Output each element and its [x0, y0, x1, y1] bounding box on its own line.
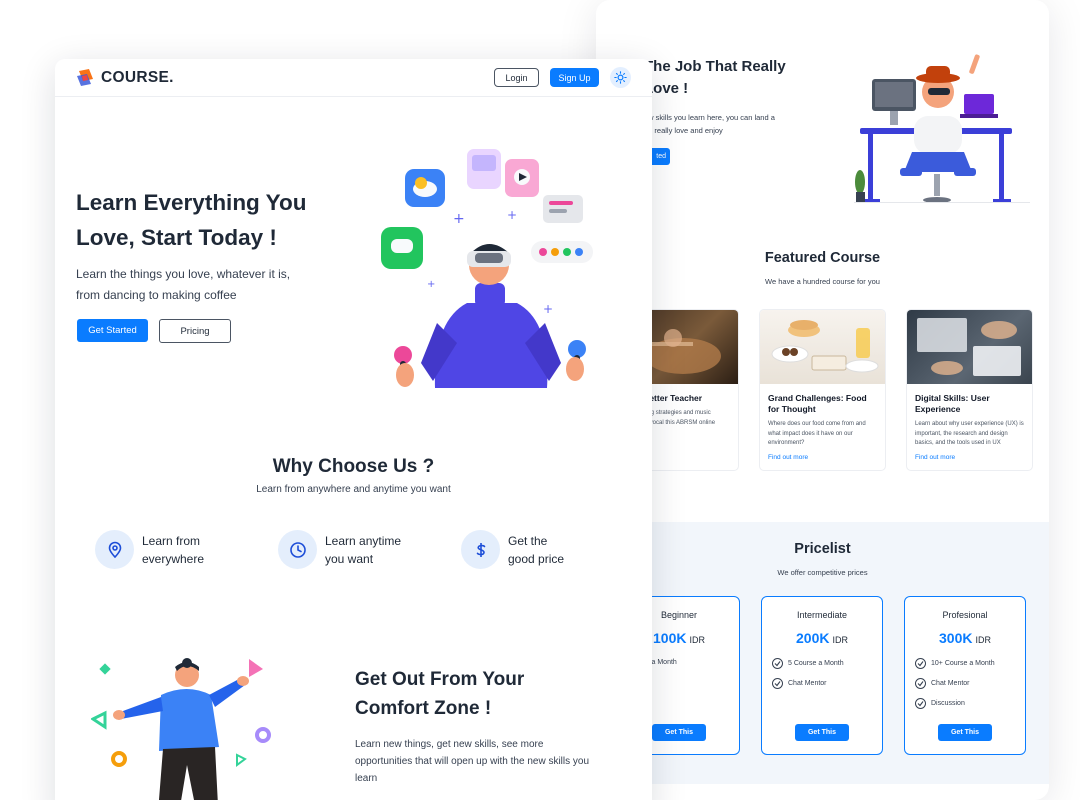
feature-good-price: Get the good price — [461, 530, 598, 569]
check-icon — [915, 698, 926, 709]
price-card-profesional: Profesional 300K IDR 10+ Course a Month C… — [904, 596, 1026, 755]
tier-feature: 5 Course a Month — [772, 658, 844, 669]
course-description: Learn about why user experience (UX) is … — [915, 421, 1024, 447]
course-image-ux — [907, 310, 1032, 384]
featured-course-title: Featured Course — [764, 250, 881, 266]
signup-button[interactable]: Sign Up — [550, 68, 599, 87]
vr-person-illustration: + + + + — [381, 149, 593, 388]
dancing-person-illustration — [91, 658, 271, 800]
clock-icon — [278, 530, 317, 569]
course-logo-icon — [77, 69, 93, 86]
desk-worker-illustration — [855, 54, 1012, 203]
back-hero-text: ew skills you learn here, you can land a… — [644, 113, 775, 135]
sun-icon — [614, 71, 627, 84]
svg-text:+: + — [453, 211, 465, 227]
tier-name: Intermediate — [796, 610, 848, 620]
tier-feature: Discussion — [915, 698, 965, 709]
hero-description: Learn the things you love, whatever it i… — [76, 267, 291, 302]
pricelist-title: Pricelist — [794, 541, 851, 557]
tier-feature: Chat Mentor — [915, 678, 970, 689]
svg-text:+: + — [427, 279, 435, 290]
hero-title: Learn Everything You Love, Start Today ! — [76, 190, 307, 250]
get-this-button[interactable]: Get This — [938, 724, 992, 741]
get-this-button[interactable]: Get This — [652, 724, 706, 741]
price-card-intermediate: Intermediate 200K IDR 5 Course a Month Ch… — [761, 596, 883, 755]
get-started-button[interactable]: Get Started — [77, 319, 148, 342]
login-button[interactable]: Login — [494, 68, 539, 87]
check-icon — [915, 658, 926, 669]
check-icon — [772, 678, 783, 689]
feature-label: Learn anytime you want — [325, 533, 402, 566]
course-image-food — [760, 310, 885, 384]
check-icon — [915, 678, 926, 689]
course-title: Digital Skills: User Experience — [915, 393, 990, 414]
tier-feature: Chat Mentor — [772, 678, 827, 689]
pricing-button[interactable]: Pricing — [159, 319, 231, 343]
feature-label: Learn from everywhere — [142, 533, 205, 566]
feature-label: Get the good price — [508, 533, 565, 566]
get-this-button[interactable]: Get This — [795, 724, 849, 741]
course-card[interactable]: Digital Skills: User Experience Learn ab… — [906, 309, 1033, 471]
theme-toggle-button[interactable] — [610, 67, 631, 88]
dollar-icon — [461, 530, 500, 569]
svg-text:+: + — [543, 302, 553, 316]
tier-price: 300K IDR — [939, 630, 991, 646]
course-card[interactable]: Grand Challenges: Food for Thought Where… — [759, 309, 886, 471]
course-description: Where does our food come from and what i… — [768, 421, 866, 447]
why-choose-us-subtitle: Learn from anywhere and anytime you want — [256, 484, 451, 495]
desk-floor-line — [854, 202, 1030, 203]
location-pin-icon — [95, 530, 134, 569]
pricelist-subtitle: We offer competitive prices — [777, 568, 868, 577]
front-landing-page: COURSE. Login Sign Up Learn Everything Y… — [55, 59, 652, 800]
course-find-out-more-link[interactable]: Find out more — [768, 454, 808, 461]
course-title: Grand Challenges: Food for Thought — [768, 393, 867, 414]
why-choose-us-title: Why Choose Us ? — [272, 456, 435, 477]
feature-learn-anytime: Learn anytime you want — [278, 530, 415, 569]
course-find-out-more-link[interactable]: Find out more — [915, 454, 955, 461]
navbar: COURSE. Login Sign Up — [55, 59, 652, 97]
feature-learn-everywhere: Learn from everywhere — [95, 530, 232, 569]
back-hero-title: The Job That Really Love ! — [644, 58, 786, 97]
check-icon — [772, 658, 783, 669]
tier-name: Profesional — [942, 610, 988, 620]
brand-name: COURSE. — [101, 69, 174, 86]
tier-feature: 10+ Course a Month — [915, 658, 995, 669]
comfort-zone-description: Learn new things, get new skills, see mo… — [355, 739, 590, 784]
svg-text:+: + — [507, 208, 517, 222]
back-landing-page: The Job That Really Love ! ew skills you… — [596, 0, 1049, 800]
comfort-zone-title: Get Out From Your Comfort Zone ! — [355, 669, 525, 719]
featured-course-subtitle: We have a hundred course for you — [765, 277, 880, 286]
tier-price: 200K IDR — [796, 630, 848, 646]
